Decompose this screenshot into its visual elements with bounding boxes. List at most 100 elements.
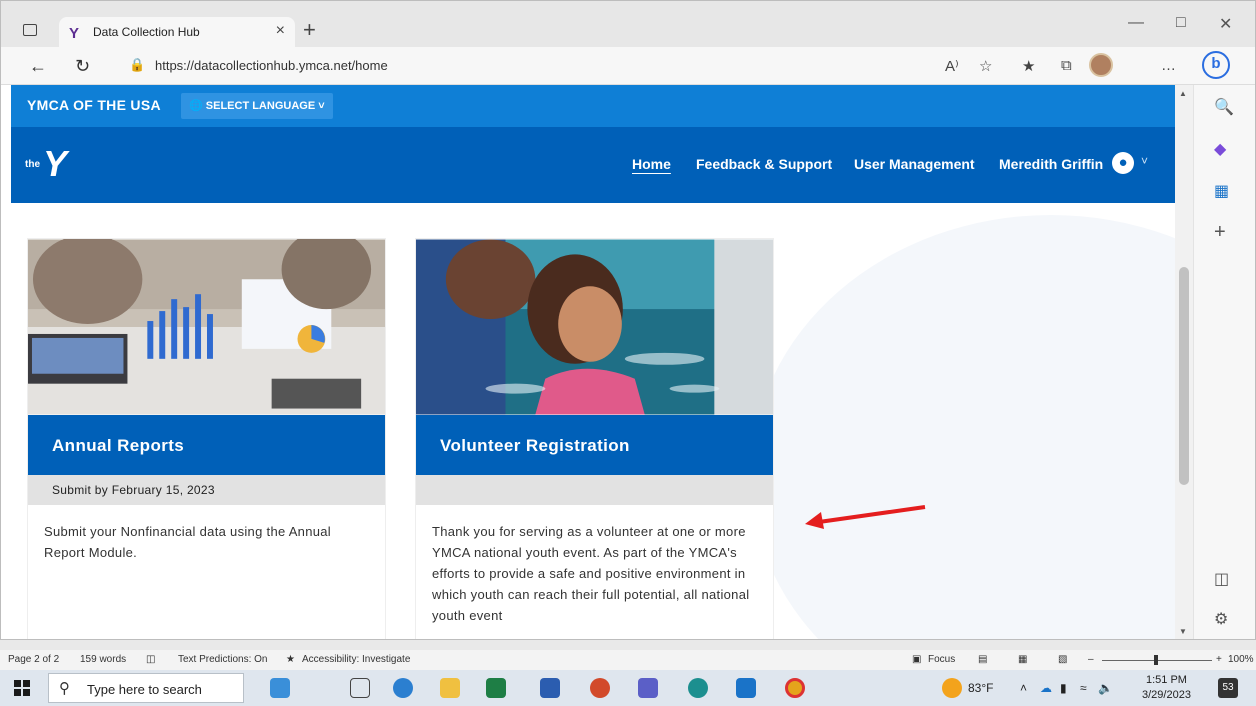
scrollbar-thumb[interactable] [1179,267,1189,485]
hide-sidebar-icon[interactable]: ◫ [1214,569,1229,589]
card-header: Annual Reports [28,415,385,475]
text-predictions[interactable]: Text Predictions: On [178,654,267,665]
add-sidebar-app-icon[interactable]: + [1214,221,1226,244]
clock-date: 3/29/2023 [1142,689,1191,701]
ymca-favicon: Y [69,25,80,42]
card-volunteer-registration[interactable]: Volunteer Registration Thank you for ser… [415,238,774,639]
background-decoration [751,215,1175,639]
task-view-icon[interactable] [350,678,370,698]
word-status-bar: Page 2 of 2 159 words ◫ Text Predictions… [0,650,1256,670]
user-menu-chevron-icon[interactable]: ˅ [1141,154,1148,168]
select-language-button[interactable]: 🌐 SELECT LANGUAGE ˅ [181,93,333,119]
web-layout-icon[interactable]: ▧ [1058,654,1067,665]
card-annual-reports[interactable]: Annual Reports Submit by February 15, 20… [27,238,386,639]
card-subheader [416,475,773,505]
clock-time: 1:51 PM [1145,674,1187,686]
taskbar-search-placeholder: Type here to search [87,682,202,697]
onedrive-icon[interactable]: ☁ [1040,681,1052,695]
profile-avatar[interactable] [1089,53,1113,77]
maximize-icon[interactable]: □ [1176,14,1186,32]
lock-icon[interactable]: 🔒 [129,57,145,73]
url-field[interactable]: 🔒 https://datacollectionhub.ymca.net/hom… [119,52,999,80]
title-bar: Y Data Collection Hub × + — □ ✕ [1,1,1255,47]
card-description: Thank you for serving as a volunteer at … [432,524,750,623]
windows-taskbar: ⚲ Type here to search 83°F ˄ ☁ ▮ ≈ 🔈 1:5… [0,670,1256,706]
red-arrow-annotation [805,505,926,529]
zoom-in-button[interactable]: + [1216,654,1222,665]
read-mode-icon[interactable]: ▤ [978,654,987,665]
page-count[interactable]: Page 2 of 2 [8,654,59,665]
tray-chevron-up-icon[interactable]: ˄ [1020,681,1027,695]
nav-feedback-support[interactable]: Feedback & Support [696,156,832,172]
shopping-icon[interactable]: ◆ [1214,139,1226,159]
nav-home[interactable]: Home [632,156,671,172]
read-aloud-icon[interactable]: A⁾ [945,57,959,75]
org-name[interactable]: YMCA OF THE USA [27,97,161,113]
refresh-icon[interactable]: ↻ [75,56,90,77]
notifications-badge[interactable]: 53 [1218,678,1238,698]
widgets-app-icon[interactable] [270,678,290,698]
main-navbar: the Y Home Feedback & Support User Manag… [11,127,1175,203]
powerpoint-app-icon[interactable] [590,678,610,698]
vertical-scrollbar[interactable]: ▲ ▼ [1175,85,1193,639]
tab-actions-icon[interactable] [23,24,37,36]
zoom-slider-thumb[interactable] [1154,655,1158,665]
back-icon[interactable]: ← [29,56,47,77]
outlook-icon[interactable]: ▦ [1214,181,1229,201]
tab-data-collection-hub[interactable]: Y Data Collection Hub × [59,17,295,47]
chrome-app-icon[interactable] [785,678,805,698]
teams-app-icon[interactable] [638,678,658,698]
weather-icon[interactable] [942,678,962,698]
browser-window: Y Data Collection Hub × + — □ ✕ ← ↻ 🔒 ht… [0,0,1256,640]
nav-user-name[interactable]: Meredith Griffin [999,156,1103,172]
user-icon[interactable]: ● [1112,152,1134,174]
chevron-down-icon: ˅ [318,100,325,112]
card-subheader: Submit by February 15, 2023 [28,475,385,505]
taskbar-search[interactable]: ⚲ Type here to search [48,673,244,703]
tab-close-icon[interactable]: × [276,22,285,40]
bing-chat-icon[interactable]: b [1202,51,1230,79]
tab-title: Data Collection Hub [93,25,200,39]
outlook-app-icon[interactable] [736,678,756,698]
volunteer-registration-image [416,239,773,415]
file-explorer-icon[interactable] [440,678,460,698]
accessibility-status[interactable]: Accessibility: Investigate [302,654,410,665]
word-app-icon[interactable] [540,678,560,698]
accessibility-icon: ★ [286,654,295,665]
select-language-label: SELECT LANGUAGE [205,100,316,112]
print-layout-icon[interactable]: ▦ [1018,654,1027,665]
proofing-icon[interactable]: ◫ [146,654,155,665]
nav-user-management[interactable]: User Management [854,156,975,172]
close-window-icon[interactable]: ✕ [1219,14,1232,34]
address-bar: ← ↻ 🔒 https://datacollectionhub.ymca.net… [1,47,1255,85]
more-menu-icon[interactable]: … [1161,57,1176,74]
start-windows-icon[interactable] [14,680,30,696]
volume-icon[interactable]: 🔈 [1098,681,1113,695]
favorites-icon[interactable]: ★ [1022,57,1035,75]
minimize-icon[interactable]: — [1128,14,1144,32]
wifi-icon[interactable]: ≈ [1080,681,1087,695]
add-favorite-icon[interactable]: ☆ [979,57,992,75]
excel-app-icon[interactable] [486,678,506,698]
network-app-icon[interactable] [688,678,708,698]
search-icon[interactable]: 🔍 [1214,97,1234,117]
word-count[interactable]: 159 words [80,654,126,665]
zoom-out-button[interactable]: – [1088,654,1094,665]
edge-app-icon[interactable] [393,678,413,698]
scroll-down-icon[interactable]: ▼ [1179,627,1187,636]
ymca-logo[interactable]: the Y [25,143,145,184]
settings-gear-icon[interactable]: ⚙ [1214,609,1228,629]
card-header: Volunteer Registration [416,415,773,475]
url-text: https://datacollectionhub.ymca.net/home [155,58,388,73]
focus-icon: ▣ [912,654,922,665]
zoom-level[interactable]: 100% [1228,654,1254,665]
annual-reports-image [28,239,385,415]
new-tab-button[interactable]: + [303,17,316,43]
weather-temp[interactable]: 83°F [968,681,993,695]
focus-mode-button[interactable]: Focus [928,654,955,665]
card-due-date: Submit by February 15, 2023 [52,483,215,497]
clock[interactable]: 1:51 PM 3/29/2023 [1142,673,1191,703]
scroll-up-icon[interactable]: ▲ [1179,89,1187,98]
collections-icon[interactable]: ⧉ [1061,57,1072,74]
battery-icon[interactable]: ▮ [1060,681,1067,695]
